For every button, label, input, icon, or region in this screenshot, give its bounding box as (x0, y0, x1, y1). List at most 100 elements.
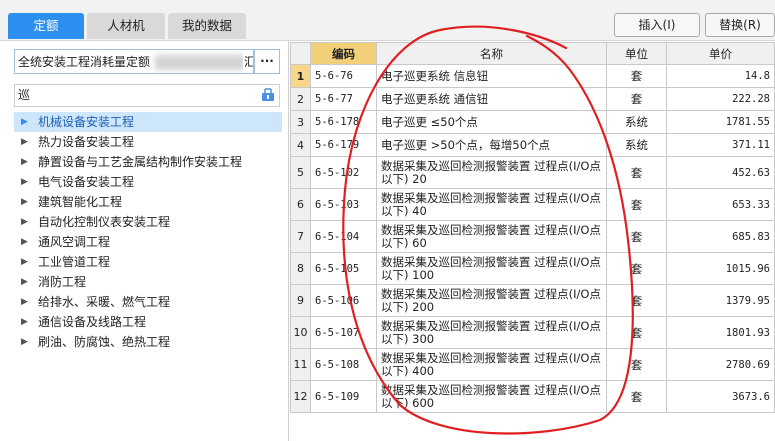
expand-arrow-icon[interactable]: ▶ (21, 292, 28, 312)
expand-arrow-icon[interactable]: ▶ (21, 212, 28, 232)
tree-item[interactable]: ▶ 刷油、防腐蚀、绝热工程 (14, 332, 282, 352)
tree-item[interactable]: ▶ 建筑智能化工程 (14, 192, 282, 212)
tree-item[interactable]: ▶ 自动化控制仪表安装工程 (14, 212, 282, 232)
cell-unit[interactable]: 套 (606, 220, 667, 253)
row-number[interactable]: 6 (290, 188, 311, 221)
tree-item[interactable]: ▶ 通风空调工程 (14, 232, 282, 252)
row-number[interactable]: 11 (290, 348, 311, 381)
cell-code[interactable]: 6-5-108 (310, 348, 377, 381)
cell-code[interactable]: 6-5-107 (310, 316, 377, 349)
expand-arrow-icon[interactable]: ▶ (21, 172, 28, 192)
cell-code[interactable]: 5-6-76 (310, 64, 377, 88)
cell-name[interactable]: 数据采集及巡回检测报警装置 过程点(I/O点以下) 60 (376, 220, 607, 253)
table-row[interactable]: 11 6-5-108 数据采集及巡回检测报警装置 过程点(I/O点以下) 400 套 2… (290, 348, 775, 381)
tab-labor-material-machine[interactable]: 人材机 (87, 13, 165, 39)
row-number[interactable]: 3 (290, 110, 311, 134)
cell-price[interactable]: 1781.55 (666, 110, 775, 134)
cell-unit[interactable]: 系统 (606, 110, 667, 134)
cell-name[interactable]: 电子巡更系统 通信钮 (376, 87, 607, 111)
cell-code[interactable]: 6-5-109 (310, 380, 377, 413)
tree-item[interactable]: ▶ 静置设备与工艺金属结构制作安装工程 (14, 152, 282, 172)
tab-my-data[interactable]: 我的数据 (168, 13, 246, 39)
table-row[interactable]: 7 6-5-104 数据采集及巡回检测报警装置 过程点(I/O点以下) 60 套 685… (290, 220, 775, 253)
cell-price[interactable]: 3673.6 (666, 380, 775, 413)
cell-code[interactable]: 5-6-179 (310, 133, 377, 157)
row-number[interactable]: 10 (290, 316, 311, 349)
cell-unit[interactable]: 套 (606, 348, 667, 381)
expand-arrow-icon[interactable]: ▶ (21, 112, 28, 132)
cell-unit[interactable]: 套 (606, 252, 667, 285)
cell-unit[interactable]: 套 (606, 188, 667, 221)
cell-code[interactable]: 5-6-178 (310, 110, 377, 134)
cell-unit[interactable]: 套 (606, 87, 667, 111)
cell-name[interactable]: 数据采集及巡回检测报警装置 过程点(I/O点以下) 100 (376, 252, 607, 285)
cell-price[interactable]: 452.63 (666, 156, 775, 189)
table-row[interactable]: 3 5-6-178 电子巡更 ≤50个点 系统 1781.55 (290, 110, 775, 134)
cell-price[interactable]: 1015.96 (666, 252, 775, 285)
cell-code[interactable]: 6-5-104 (310, 220, 377, 253)
row-number[interactable]: 12 (290, 380, 311, 413)
cell-price[interactable]: 14.8 (666, 64, 775, 88)
row-number[interactable]: 9 (290, 284, 311, 317)
table-row[interactable]: 6 6-5-103 数据采集及巡回检测报警装置 过程点(I/O点以下) 40 套 653… (290, 188, 775, 221)
table-row[interactable]: 4 5-6-179 电子巡更 >50个点，每增50个点 系统 371.11 (290, 133, 775, 157)
cell-code[interactable]: 5-6-77 (310, 87, 377, 111)
cell-unit[interactable]: 套 (606, 380, 667, 413)
cell-name[interactable]: 数据采集及巡回检测报警装置 过程点(I/O点以下) 600 (376, 380, 607, 413)
expand-arrow-icon[interactable]: ▶ (21, 132, 28, 152)
expand-arrow-icon[interactable]: ▶ (21, 192, 28, 212)
table-row[interactable]: 9 6-5-106 数据采集及巡回检测报警装置 过程点(I/O点以下) 200 套 13… (290, 284, 775, 317)
cell-name[interactable]: 电子巡更 >50个点，每增50个点 (376, 133, 607, 157)
tree-item[interactable]: ▶ 消防工程 (14, 272, 282, 292)
cell-unit[interactable]: 套 (606, 316, 667, 349)
cell-name[interactable]: 电子巡更系统 信息钮 (376, 64, 607, 88)
cell-unit[interactable]: 套 (606, 284, 667, 317)
filter-icon[interactable] (261, 88, 275, 102)
expand-arrow-icon[interactable]: ▶ (21, 232, 28, 252)
search-input[interactable]: 巡 (14, 84, 280, 107)
expand-arrow-icon[interactable]: ▶ (21, 152, 28, 172)
cell-name[interactable]: 数据采集及巡回检测报警装置 过程点(I/O点以下) 20 (376, 156, 607, 189)
column-header-unit[interactable]: 单位 (606, 42, 667, 65)
tree-item[interactable]: ▶ 机械设备安装工程 (14, 112, 282, 132)
row-number[interactable]: 2 (290, 87, 311, 111)
cell-price[interactable]: 685.83 (666, 220, 775, 253)
tree-item[interactable]: ▶ 给排水、采暖、燃气工程 (14, 292, 282, 312)
table-row[interactable]: 5 6-5-102 数据采集及巡回检测报警装置 过程点(I/O点以下) 20 套 452… (290, 156, 775, 189)
tree-item[interactable]: ▶ 热力设备安装工程 (14, 132, 282, 152)
column-header-name[interactable]: 名称 (376, 42, 607, 65)
row-number[interactable]: 7 (290, 220, 311, 253)
cell-price[interactable]: 222.28 (666, 87, 775, 111)
table-row[interactable]: 8 6-5-105 数据采集及巡回检测报警装置 过程点(I/O点以下) 100 套 10… (290, 252, 775, 285)
more-options-button[interactable]: ··· (254, 49, 280, 74)
replace-button[interactable]: 替换(R) (705, 13, 775, 37)
row-number[interactable]: 5 (290, 156, 311, 189)
cell-code[interactable]: 6-5-106 (310, 284, 377, 317)
cell-name[interactable]: 数据采集及巡回检测报警装置 过程点(I/O点以下) 200 (376, 284, 607, 317)
cell-price[interactable]: 1379.95 (666, 284, 775, 317)
row-number[interactable]: 8 (290, 252, 311, 285)
expand-arrow-icon[interactable]: ▶ (21, 312, 28, 332)
expand-arrow-icon[interactable]: ▶ (21, 332, 28, 352)
cell-code[interactable]: 6-5-105 (310, 252, 377, 285)
cell-name[interactable]: 数据采集及巡回检测报警装置 过程点(I/O点以下) 300 (376, 316, 607, 349)
expand-arrow-icon[interactable]: ▶ (21, 272, 28, 292)
insert-button[interactable]: 插入(I) (614, 13, 700, 37)
cell-price[interactable]: 2780.69 (666, 348, 775, 381)
table-row[interactable]: 10 6-5-107 数据采集及巡回检测报警装置 过程点(I/O点以下) 300 套 1… (290, 316, 775, 349)
column-header-code[interactable]: 编码 (310, 42, 377, 65)
cell-price[interactable]: 653.33 (666, 188, 775, 221)
cell-name[interactable]: 数据采集及巡回检测报警装置 过程点(I/O点以下) 40 (376, 188, 607, 221)
cell-code[interactable]: 6-5-102 (310, 156, 377, 189)
cell-unit[interactable]: 套 (606, 156, 667, 189)
cell-unit[interactable]: 系统 (606, 133, 667, 157)
tree-item[interactable]: ▶ 通信设备及线路工程 (14, 312, 282, 332)
tab-quota[interactable]: 定额 (8, 13, 84, 39)
cell-name[interactable]: 电子巡更 ≤50个点 (376, 110, 607, 134)
tree-item[interactable]: ▶ 电气设备安装工程 (14, 172, 282, 192)
tree-item[interactable]: ▶ 工业管道工程 (14, 252, 282, 272)
cell-name[interactable]: 数据采集及巡回检测报警装置 过程点(I/O点以下) 400 (376, 348, 607, 381)
table-row[interactable]: 1 5-6-76 电子巡更系统 信息钮套 14.8 (290, 64, 775, 88)
table-row[interactable]: 12 6-5-109 数据采集及巡回检测报警装置 过程点(I/O点以下) 600 套 3… (290, 380, 775, 413)
expand-arrow-icon[interactable]: ▶ (21, 252, 28, 272)
